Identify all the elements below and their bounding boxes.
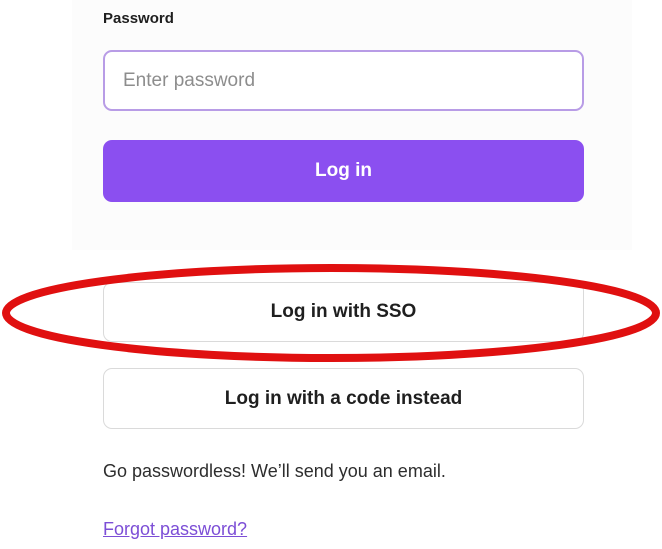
- passwordless-hint: Go passwordless! We’ll send you an email…: [103, 461, 446, 481]
- login-button-label: Log in: [315, 160, 372, 181]
- sso-login-button-label: Log in with SSO: [270, 301, 417, 322]
- code-login-button[interactable]: Log in with a code instead: [103, 368, 584, 429]
- login-button[interactable]: Log in: [103, 140, 584, 202]
- password-label: Password: [103, 10, 174, 27]
- password-panel: [72, 0, 632, 250]
- code-login-button-label: Log in with a code instead: [224, 387, 463, 409]
- password-input[interactable]: [103, 50, 584, 111]
- login-form: Password Log in Log in with SSO Log in w…: [0, 0, 662, 549]
- sso-login-button[interactable]: Log in with SSO: [103, 282, 584, 342]
- forgot-password-link[interactable]: Forgot password?: [103, 519, 247, 540]
